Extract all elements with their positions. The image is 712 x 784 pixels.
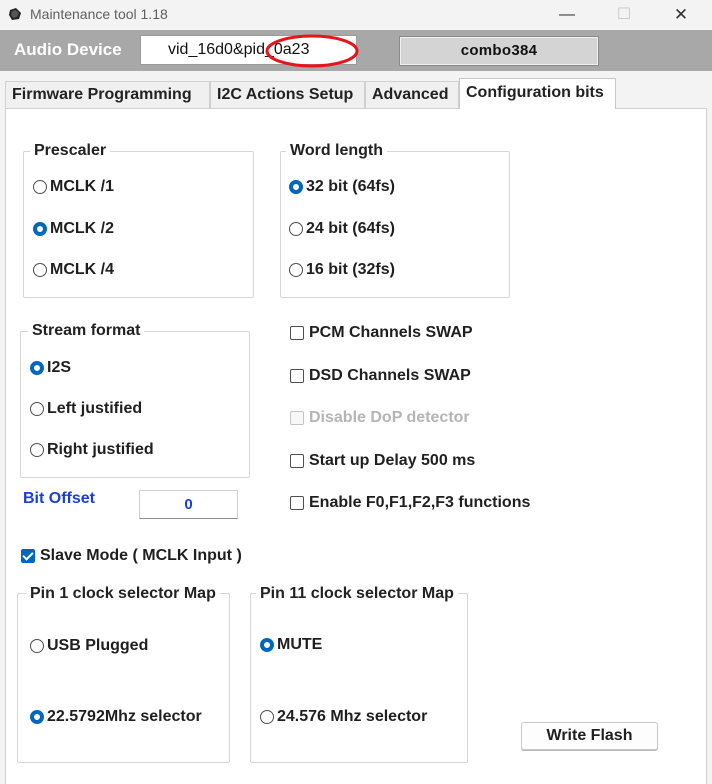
pin11-clock-selector-group: [250, 593, 468, 763]
device-name-field: combo384: [399, 36, 599, 66]
radio-button-selected[interactable]: [260, 638, 274, 652]
radio-button[interactable]: [30, 402, 44, 416]
radio-button-selected[interactable]: [30, 710, 44, 724]
checkbox-label: Start up Delay 500 ms: [309, 452, 476, 469]
radio-button[interactable]: [33, 263, 47, 277]
pin11-option-24mhz[interactable]: 24.576 Mhz selector: [260, 708, 427, 726]
option-label: USB Plugged: [47, 637, 149, 654]
checkbox-label: PCM Channels SWAP: [309, 324, 473, 341]
option-label: MUTE: [277, 636, 323, 653]
option-label: MCLK /4: [50, 261, 114, 278]
stream-format-option-i2s[interactable]: I2S: [30, 359, 71, 377]
bit-offset-input[interactable]: 0: [139, 490, 238, 519]
word-length-option-32bit[interactable]: 32 bit (64fs): [289, 178, 395, 196]
prescaler-option-mclk4[interactable]: MCLK /4: [33, 261, 114, 279]
stream-format-option-right-justified[interactable]: Right justified: [30, 441, 154, 459]
option-label: 24 bit (64fs): [306, 220, 395, 237]
pin1-clock-selector-group: [17, 593, 230, 763]
stream-format-title: Stream format: [28, 322, 145, 340]
red-highlight-oval: [265, 34, 359, 68]
checkbox[interactable]: [290, 496, 304, 510]
audio-device-label: Audio Device: [14, 40, 122, 59]
maximize-button[interactable]: ☐: [601, 0, 647, 30]
checkbox[interactable]: [290, 369, 304, 383]
radio-button-selected[interactable]: [30, 361, 44, 375]
dsd-channels-swap-checkbox[interactable]: DSD Channels SWAP: [290, 367, 471, 385]
write-flash-button[interactable]: Write Flash: [521, 722, 658, 750]
checkbox-label: DSD Channels SWAP: [309, 367, 471, 384]
checkbox-checked[interactable]: [21, 549, 35, 563]
prescaler-title: Prescaler: [30, 142, 111, 160]
option-label: 32 bit (64fs): [306, 178, 395, 195]
option-label: 16 bit (32fs): [306, 261, 395, 278]
slave-mode-checkbox[interactable]: Slave Mode ( MCLK Input ): [21, 547, 242, 565]
word-length-title: Word length: [286, 142, 388, 160]
pin1-option-22mhz[interactable]: 22.5792Mhz selector: [30, 708, 202, 726]
window-title: Maintenance tool 1.18: [30, 6, 168, 22]
checkbox-disabled: [290, 411, 304, 425]
radio-button[interactable]: [289, 222, 303, 236]
option-label: Left justified: [47, 400, 143, 417]
checkbox[interactable]: [290, 454, 304, 468]
option-label: 24.576 Mhz selector: [277, 708, 428, 725]
app-icon: [9, 8, 21, 20]
prescaler-option-mclk1[interactable]: MCLK /1: [33, 178, 114, 196]
bit-offset-label: Bit Offset: [23, 490, 95, 507]
option-label: MCLK /1: [50, 178, 114, 195]
pin1-clock-selector-title: Pin 1 clock selector Map: [26, 585, 220, 603]
startup-delay-checkbox[interactable]: Start up Delay 500 ms: [290, 452, 475, 470]
option-label: Right justified: [47, 441, 154, 458]
option-label: MCLK /2: [50, 220, 114, 237]
word-length-option-16bit[interactable]: 16 bit (32fs): [289, 261, 395, 279]
minimize-button[interactable]: —: [544, 0, 590, 30]
option-label: I2S: [47, 359, 72, 376]
tab-configuration-bits[interactable]: Configuration bits: [459, 78, 616, 109]
radio-button[interactable]: [30, 443, 44, 457]
pin11-clock-selector-title: Pin 11 clock selector Map: [256, 585, 458, 603]
pin11-option-mute[interactable]: MUTE: [260, 636, 322, 654]
radio-button[interactable]: [289, 263, 303, 277]
option-label: 22.5792Mhz selector: [47, 708, 202, 725]
checkbox-label: Slave Mode ( MCLK Input ): [40, 547, 242, 564]
word-length-option-24bit[interactable]: 24 bit (64fs): [289, 220, 395, 238]
radio-button[interactable]: [30, 639, 44, 653]
radio-button-selected[interactable]: [33, 222, 47, 236]
checkbox-label: Enable F0,F1,F2,F3 functions: [309, 494, 531, 511]
checkbox[interactable]: [290, 326, 304, 340]
disable-dop-detector-checkbox: Disable DoP detector: [290, 409, 470, 427]
radio-button-selected[interactable]: [289, 180, 303, 194]
radio-button[interactable]: [33, 180, 47, 194]
highlight-ellipse: [265, 34, 359, 68]
tab-firmware-programming[interactable]: Firmware Programming: [5, 81, 210, 108]
prescaler-option-mclk2[interactable]: MCLK /2: [33, 220, 114, 238]
pcm-channels-swap-checkbox[interactable]: PCM Channels SWAP: [290, 324, 473, 342]
checkbox-label: Disable DoP detector: [309, 409, 470, 426]
pin1-option-usb-plugged[interactable]: USB Plugged: [30, 637, 148, 655]
radio-button[interactable]: [260, 710, 274, 724]
close-button[interactable]: ✕: [658, 0, 704, 30]
enable-f-functions-checkbox[interactable]: Enable F0,F1,F2,F3 functions: [290, 494, 530, 512]
tab-advanced[interactable]: Advanced: [365, 81, 459, 108]
tab-i2c-actions-setup[interactable]: I2C Actions Setup: [210, 81, 365, 108]
stream-format-option-left-justified[interactable]: Left justified: [30, 400, 142, 418]
